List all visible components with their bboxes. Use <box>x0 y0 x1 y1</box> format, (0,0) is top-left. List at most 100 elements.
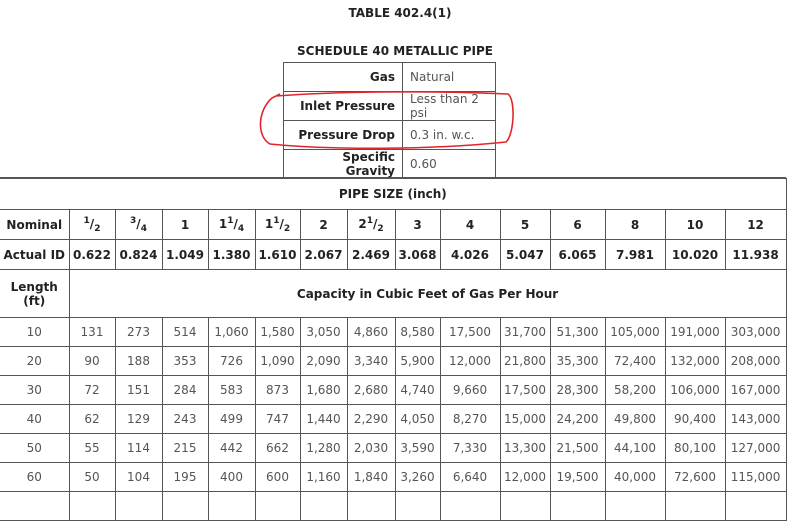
table-title: TABLE 402.4(1) <box>348 6 452 20</box>
capacity-cell: 28,300 <box>549 375 606 405</box>
capacity-cell: 7,330 <box>439 433 501 463</box>
actual-id-cell: 2.067 <box>299 239 348 270</box>
capacity-cell: 3,260 <box>394 462 441 492</box>
capacity-header: Capacity in Cubic Feet of Gas Per Hour <box>68 269 787 318</box>
capacity-cell: 167,000 <box>724 375 787 405</box>
capacity-cell: 6,640 <box>439 462 501 492</box>
nominal-size-cell: 5 <box>499 209 551 240</box>
capacity-cell: 514 <box>161 317 209 347</box>
nominal-denominator: 2 <box>377 223 384 234</box>
capacity-cell: 1,280 <box>299 433 348 463</box>
table-row: 10 131 273 514 1,060 1,580 3,050 4,860 8,580 17,5… <box>0 317 787 347</box>
nominal-size-cell: 1 <box>161 209 209 240</box>
pipe-size-header: PIPE SIZE (inch) <box>0 178 787 210</box>
actual-id-cell: 5.047 <box>499 239 551 270</box>
actual-id-cell: 0.824 <box>114 239 163 270</box>
capacity-cell: 35,300 <box>549 346 606 376</box>
empty-cell <box>664 491 726 521</box>
capacity-cell: 49,800 <box>604 404 666 434</box>
nominal-size-cell: 1/2 <box>68 209 116 240</box>
capacity-cell: 442 <box>207 433 256 463</box>
nominal-size-cell: 6 <box>549 209 606 240</box>
capacity-cell: 5,900 <box>394 346 441 376</box>
capacity-cell: 90,400 <box>664 404 726 434</box>
condition-label: Gas <box>283 62 403 92</box>
actual-id-row: Actual ID 0.622 0.824 1.049 1.380 1.610 2.067… <box>0 239 787 270</box>
capacity-cell: 3,340 <box>346 346 396 376</box>
actual-id-cell: 1.610 <box>254 239 301 270</box>
capacity-cell: 151 <box>114 375 163 405</box>
empty-cell <box>0 491 70 521</box>
nominal-size-cell: 21/2 <box>346 209 396 240</box>
capacity-cell: 90 <box>68 346 116 376</box>
empty-cell <box>499 491 551 521</box>
table-row: 60 50 104 195 400 600 1,160 1,840 3,260 6,640 12,0… <box>0 462 787 492</box>
table-subtitle: SCHEDULE 40 METALLIC PIPE <box>297 44 493 58</box>
capacity-cell: 3,050 <box>299 317 348 347</box>
capacity-cell: 2,090 <box>299 346 348 376</box>
capacity-cell: 284 <box>161 375 209 405</box>
capacity-table: PIPE SIZE (inch) Nominal 1/2 3/4 1 11/4 11/2… <box>0 178 787 521</box>
capacity-cell: 2,030 <box>346 433 396 463</box>
capacity-cell: 19,500 <box>549 462 606 492</box>
capacity-cell: 662 <box>254 433 301 463</box>
capacity-cell: 72,400 <box>604 346 666 376</box>
capacity-cell: 747 <box>254 404 301 434</box>
capacity-cell: 72,600 <box>664 462 726 492</box>
actual-id-cell: 2.469 <box>346 239 396 270</box>
empty-cell <box>299 491 348 521</box>
capacity-cell: 143,000 <box>724 404 787 434</box>
capacity-cell: 44,100 <box>604 433 666 463</box>
capacity-cell: 1,440 <box>299 404 348 434</box>
capacity-cell: 17,500 <box>439 317 501 347</box>
capacity-cell: 4,860 <box>346 317 396 347</box>
capacity-cell: 9,660 <box>439 375 501 405</box>
table-row: 40 62 129 243 499 747 1,440 2,290 4,050 8,270 15,0… <box>0 404 787 434</box>
condition-value: Natural <box>402 62 496 92</box>
capacity-cell: 40,000 <box>604 462 666 492</box>
actual-id-cell: 4.026 <box>439 239 501 270</box>
condition-value: 0.60 <box>402 149 496 179</box>
empty-cell <box>549 491 606 521</box>
capacity-cell: 273 <box>114 317 163 347</box>
capacity-cell: 4,050 <box>394 404 441 434</box>
nominal-denominator: 4 <box>140 223 147 234</box>
nominal-size-cell: 10 <box>664 209 726 240</box>
capacity-cell: 127,000 <box>724 433 787 463</box>
empty-cell <box>346 491 396 521</box>
capacity-cell: 1,160 <box>299 462 348 492</box>
capacity-cell: 726 <box>207 346 256 376</box>
capacity-cell: 104 <box>114 462 163 492</box>
capacity-cell: 1,680 <box>299 375 348 405</box>
nominal-whole: 2 <box>358 216 367 231</box>
capacity-cell: 62 <box>68 404 116 434</box>
capacity-cell: 132,000 <box>664 346 726 376</box>
actual-id-cell: 1.049 <box>161 239 209 270</box>
nominal-denominator: 2 <box>283 223 291 234</box>
nominal-whole: 5 <box>520 217 530 232</box>
capacity-cell: 58,200 <box>604 375 666 405</box>
table-row: 30 72 151 284 583 873 1,680 2,680 4,740 9,660 17,5… <box>0 375 787 405</box>
capacity-cell: 115,000 <box>724 462 787 492</box>
capacity-cell: 243 <box>161 404 209 434</box>
capacity-cell: 8,270 <box>439 404 501 434</box>
nominal-denominator: 4 <box>237 223 245 234</box>
capacity-cell: 51,300 <box>549 317 606 347</box>
capacity-cell: 13,300 <box>499 433 551 463</box>
nominal-size-cell: 11/4 <box>207 209 256 240</box>
capacity-cell: 12,000 <box>439 346 501 376</box>
capacity-cell: 400 <box>207 462 256 492</box>
conditions-row-specific-gravity: Specific Gravity 0.60 <box>283 149 496 179</box>
actual-id-label: Actual ID <box>0 239 70 270</box>
capacity-cell: 55 <box>68 433 116 463</box>
actual-id-cell: 1.380 <box>207 239 256 270</box>
length-cell: 50 <box>0 433 70 463</box>
length-label: Length (ft) <box>0 269 70 318</box>
condition-label: Specific Gravity <box>283 149 403 179</box>
length-cell: 40 <box>0 404 70 434</box>
empty-cell <box>254 491 301 521</box>
nominal-whole: 2 <box>319 217 328 232</box>
nominal-whole: 1 <box>180 217 190 232</box>
capacity-cell: 80,100 <box>664 433 726 463</box>
table-row: 20 90 188 353 726 1,090 2,090 3,340 5,900 12,000 2… <box>0 346 787 376</box>
